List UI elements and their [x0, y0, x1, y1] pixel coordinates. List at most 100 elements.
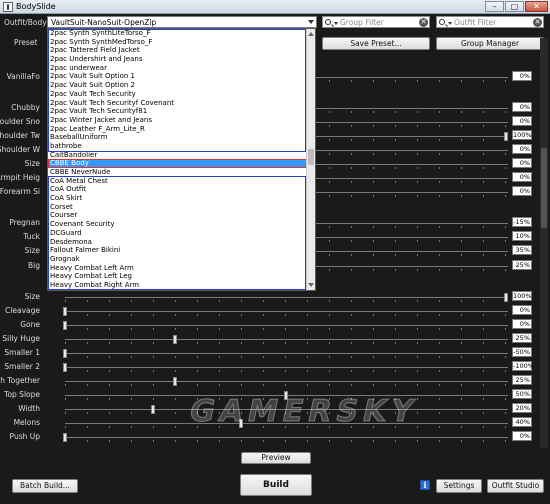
- slider-value-field[interactable]: 0%: [512, 186, 532, 196]
- dropdown-item[interactable]: Corset: [48, 203, 307, 212]
- save-preset-button[interactable]: Save Preset...: [322, 37, 430, 50]
- dropdown-item[interactable]: Desdemona: [48, 238, 307, 247]
- outfit-filter-input[interactable]: Outfit Filter ✕: [436, 16, 544, 28]
- slider-track[interactable]: [65, 297, 508, 298]
- dropdown-item[interactable]: Courser: [48, 211, 307, 220]
- slider-value-field[interactable]: 100%: [512, 130, 532, 140]
- dropdown-scroll-thumb[interactable]: [308, 149, 314, 165]
- clear-icon[interactable]: ✕: [419, 18, 428, 27]
- group-manager-button[interactable]: Group Manager: [436, 37, 544, 50]
- slider-thumb[interactable]: [173, 377, 177, 386]
- dropdown-item[interactable]: bathrobe: [48, 142, 307, 151]
- dropdown-item[interactable]: CoA Skirt: [48, 194, 307, 203]
- dropdown-item[interactable]: CaitBandolier: [48, 151, 307, 160]
- slider-thumb[interactable]: [173, 335, 177, 344]
- slider-value-field[interactable]: 0%: [512, 71, 532, 81]
- dropdown-item[interactable]: 2pac Vault Tech Securityf Covenant: [48, 99, 307, 108]
- dropdown-scrollbar[interactable]: [306, 29, 315, 290]
- slider-row: Push Up 0%: [0, 430, 540, 444]
- dropdown-item[interactable]: 2pac Vault Tech Securityf81: [48, 107, 307, 116]
- slider-track[interactable]: [65, 339, 508, 340]
- scroll-up-icon[interactable]: [308, 32, 314, 36]
- dropdown-item[interactable]: DCGuard: [48, 229, 307, 238]
- dropdown-item[interactable]: Fallout Falmer Bikini: [48, 246, 307, 255]
- minimize-button[interactable]: –: [485, 1, 504, 12]
- slider-value-field[interactable]: 0%: [512, 144, 532, 154]
- dropdown-item[interactable]: 2pac Synth SynthLiteTorso_F: [48, 29, 307, 38]
- info-icon[interactable]: i: [420, 480, 430, 490]
- slider-thumb[interactable]: [151, 405, 155, 414]
- slider-value-field[interactable]: 0%: [512, 319, 532, 329]
- dropdown-item[interactable]: 2pac underwear: [48, 64, 307, 73]
- clear-icon[interactable]: ✕: [533, 18, 542, 27]
- build-button[interactable]: Build: [240, 474, 312, 496]
- slider-value-field[interactable]: 0%: [512, 116, 532, 126]
- slider-value-field[interactable]: 0%: [512, 158, 532, 168]
- slider-ticks: [65, 342, 508, 344]
- watermark: GAMERSKY: [186, 394, 422, 430]
- slider-track[interactable]: [65, 381, 508, 382]
- dropdown-item[interactable]: BaseballUniform: [48, 133, 307, 142]
- slider-value-field[interactable]: 100%: [512, 291, 532, 301]
- slider-thumb[interactable]: [63, 307, 67, 316]
- slider-track[interactable]: [65, 325, 508, 326]
- dropdown-item[interactable]: 2pac Vault Suit Option 2: [48, 81, 307, 90]
- slider-value-field[interactable]: -50%: [512, 347, 532, 357]
- slider-value-field[interactable]: 50%: [512, 389, 532, 399]
- dropdown-item[interactable]: CBBE NeverNude: [48, 168, 307, 177]
- outfit-studio-button[interactable]: Outfit Studio: [487, 479, 544, 493]
- slider-thumb[interactable]: [63, 433, 67, 442]
- dropdown-item[interactable]: CoA Metal Chest: [48, 177, 307, 186]
- outfit-dropdown-list[interactable]: 2pac Synth SynthLiteTorso_F 2pac Synth Sy…: [47, 28, 316, 291]
- close-button[interactable]: ✕: [525, 1, 548, 12]
- group-filter-input[interactable]: Group Filter ✕: [322, 16, 430, 28]
- dropdown-item[interactable]: Heavy Combat Left Leg: [48, 272, 307, 281]
- dropdown-item[interactable]: Heavy Combat Left Arm: [48, 264, 307, 273]
- scroll-down-icon[interactable]: [308, 283, 314, 287]
- slider-label: Pregnan: [9, 218, 40, 227]
- dropdown-item[interactable]: 2pac Vault Tech Security: [48, 90, 307, 99]
- slider-track[interactable]: [65, 353, 508, 354]
- slider-label: Shoulder W: [0, 145, 40, 154]
- slider-thumb[interactable]: [63, 349, 67, 358]
- dropdown-item[interactable]: 2pac Winter Jacket and Jeans: [48, 116, 307, 125]
- slider-label: Smaller 1: [4, 348, 40, 357]
- main-scrollbar[interactable]: [540, 38, 548, 448]
- slider-thumb[interactable]: [504, 293, 508, 302]
- scrollbar-thumb[interactable]: [541, 148, 547, 228]
- slider-value-field[interactable]: 25%: [512, 260, 532, 270]
- slider-value-field[interactable]: 20%: [512, 403, 532, 413]
- slider-track[interactable]: [65, 437, 508, 438]
- slider-value-field[interactable]: 0%: [512, 431, 532, 441]
- dropdown-item[interactable]: 2pac Leather F_Arm_Lite_R: [48, 125, 307, 134]
- preview-button[interactable]: Preview: [241, 452, 311, 464]
- slider-value-field[interactable]: 0%: [512, 305, 532, 315]
- dropdown-item[interactable]: 2pac Vault Suit Option 1: [48, 72, 307, 81]
- maximize-button[interactable]: □: [505, 1, 524, 12]
- dropdown-item[interactable]: 2pac Tattered Field Jacket: [48, 46, 307, 55]
- slider-value-field[interactable]: -100%: [512, 361, 534, 371]
- dropdown-item[interactable]: CoA Outfit: [48, 185, 307, 194]
- slider-value-field[interactable]: 35%: [512, 245, 532, 255]
- slider-value-field[interactable]: -15%: [512, 217, 532, 227]
- slider-value-field[interactable]: 25%: [512, 375, 532, 385]
- slider-value-field[interactable]: 40%: [512, 417, 532, 427]
- slider-value-field[interactable]: 25%: [512, 333, 532, 343]
- dropdown-item[interactable]: Grognak: [48, 255, 307, 264]
- settings-button[interactable]: Settings: [436, 479, 482, 493]
- dropdown-item[interactable]: Heavy Combat Right Arm: [48, 281, 307, 290]
- outfit-body-select[interactable]: VaultSuit-NanoSuit-OpenZip: [47, 16, 317, 28]
- dropdown-item[interactable]: 2pac Undershirt and Jeans: [48, 55, 307, 64]
- slider-thumb[interactable]: [63, 363, 67, 372]
- slider-track[interactable]: [65, 311, 508, 312]
- dropdown-item-selected[interactable]: CBBE Body: [48, 159, 307, 168]
- dropdown-item[interactable]: Covenant Security: [48, 220, 307, 229]
- batch-build-button[interactable]: Batch Build...: [12, 479, 78, 493]
- slider-track[interactable]: [65, 367, 508, 368]
- slider-value-field[interactable]: 0%: [512, 102, 532, 112]
- slider-thumb[interactable]: [63, 321, 67, 330]
- slider-value-field[interactable]: 10%: [512, 231, 532, 241]
- dropdown-item[interactable]: 2pac Synth SynthMedTorso_F: [48, 38, 307, 47]
- slider-value-field[interactable]: 0%: [512, 172, 532, 182]
- slider-thumb[interactable]: [504, 132, 508, 141]
